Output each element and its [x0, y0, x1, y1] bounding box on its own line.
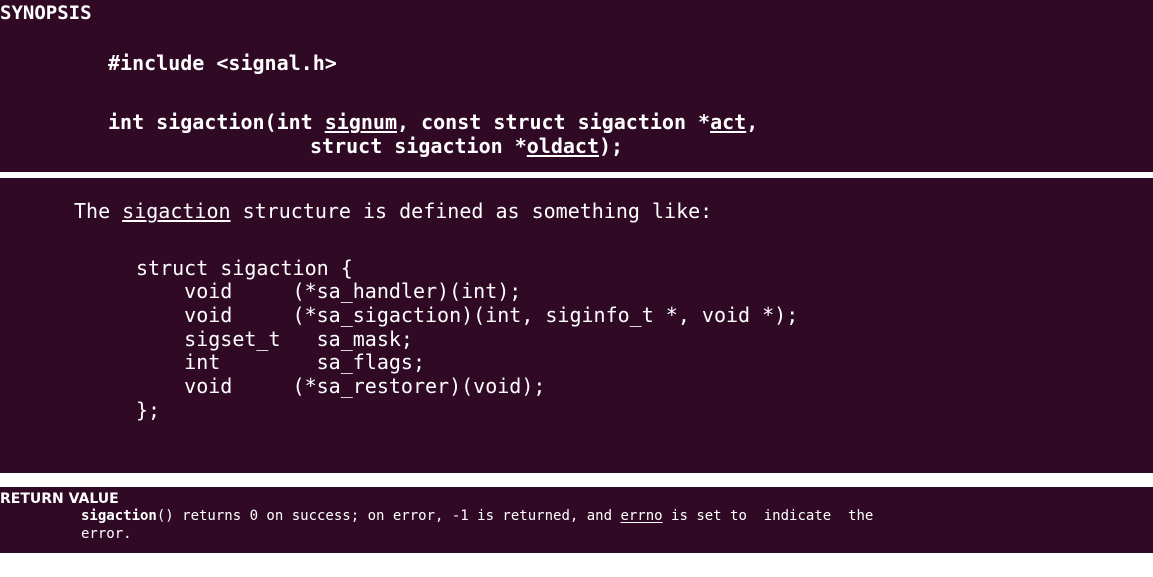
param-act: act: [710, 110, 747, 134]
return-value-panel: RETURN VALUE sigaction() returns 0 on su…: [0, 487, 1153, 553]
signature-prefix: int sigaction(int: [108, 110, 325, 134]
intro-prefix: The: [74, 199, 123, 223]
struct-line: void (*sa_sigaction)(int, siginfo_t *, v…: [136, 303, 799, 327]
include-line: #include <signal.h>: [108, 51, 337, 75]
return-value-line-1: sigaction() returns 0 on success; on err…: [81, 507, 873, 525]
signature-end-2: );: [599, 134, 624, 158]
intro-suffix: structure is defined as something like:: [230, 199, 713, 223]
struct-line: void (*sa_restorer)(void);: [136, 374, 546, 398]
param-oldact: oldact: [526, 134, 599, 158]
return-value-line-2: error.: [81, 526, 132, 542]
signature-line-2: struct sigaction *oldact);: [310, 133, 623, 159]
signature-end-1: ,: [746, 110, 759, 134]
structure-intro: The sigaction structure is defined as so…: [74, 198, 712, 224]
return-text-1: () returns 0 on success; on error, -1 is…: [156, 508, 621, 524]
return-func-name: sigaction: [81, 508, 157, 524]
structure-panel: The sigaction structure is defined as so…: [0, 178, 1153, 473]
signature-mid: , const struct sigaction *: [397, 110, 711, 134]
struct-line: void (*sa_handler)(int);: [136, 279, 522, 303]
signature-line-1: int sigaction(int signum, const struct s…: [108, 109, 758, 135]
errno-link: errno: [620, 508, 663, 524]
intro-link-sigaction: sigaction: [122, 199, 231, 223]
synopsis-heading: SYNOPSIS: [0, 2, 92, 24]
signature-line2-prefix: struct sigaction *: [310, 134, 527, 158]
return-text-2: is set to indicate the: [662, 508, 874, 524]
struct-line: };: [136, 398, 161, 422]
struct-line: int sa_flags;: [136, 350, 425, 374]
param-signum: signum: [324, 110, 397, 134]
return-value-heading: RETURN VALUE: [0, 491, 119, 507]
synopsis-panel: SYNOPSIS #include <signal.h> int sigacti…: [0, 0, 1153, 172]
